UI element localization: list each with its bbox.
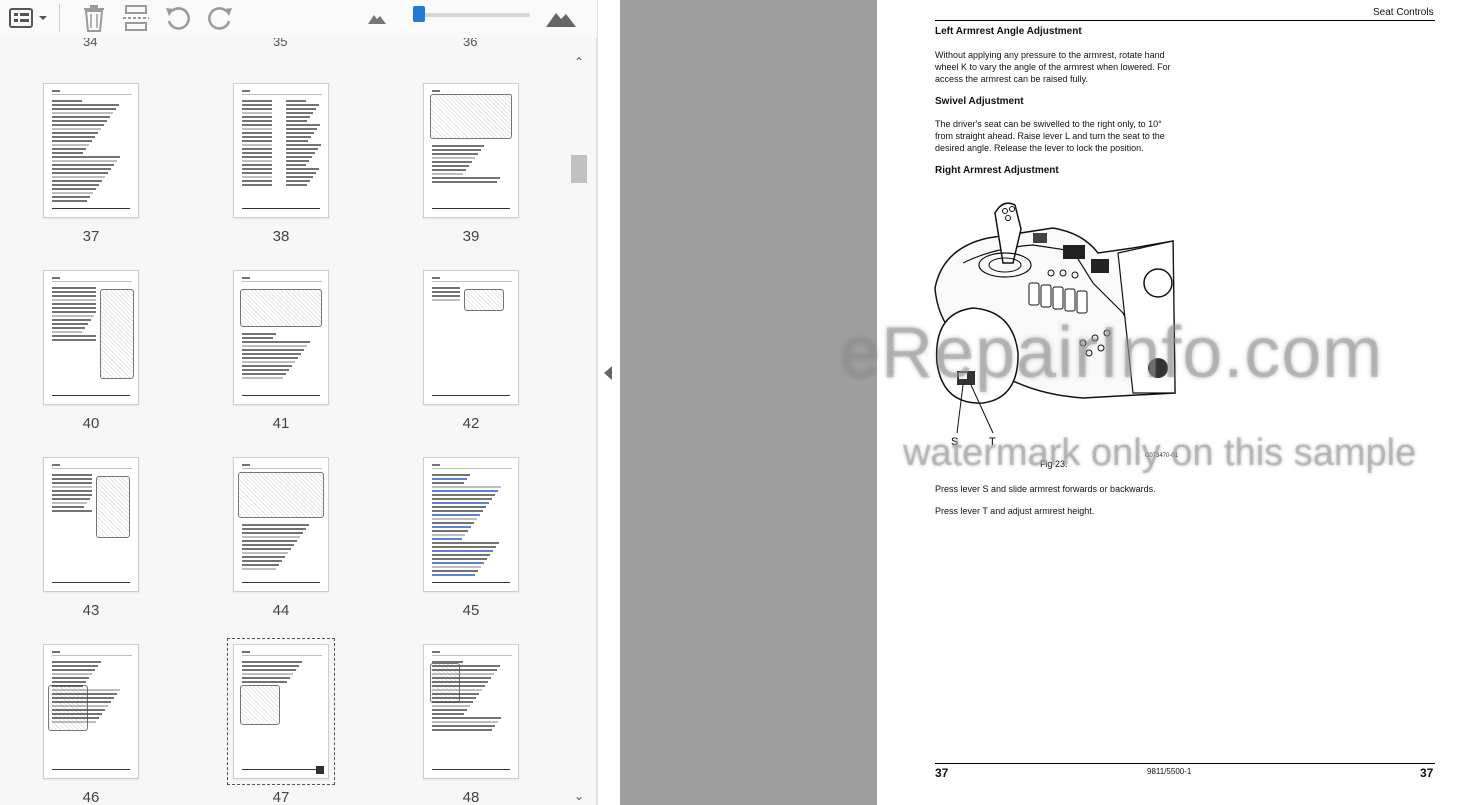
document-page: Seat Controls Left Armrest Angle Adjustm… [877, 0, 1471, 805]
extract-pages-icon [123, 5, 149, 31]
zoom-slider-thumb[interactable] [413, 6, 425, 22]
footer-page-right: 37 [1420, 766, 1434, 780]
page-thumbnail[interactable] [233, 83, 329, 218]
redo-icon [208, 7, 232, 30]
thumbnail-page-number: 44 [272, 602, 290, 619]
thumbnail-page-number: 40 [82, 415, 100, 432]
scroll-up-icon[interactable]: ⌃ [573, 56, 585, 68]
left-armrest-paragraph: Without applying any pressure to the arm… [935, 50, 1171, 84]
thumbnail-label-partial: 34 [83, 38, 98, 49]
thumbnail-page-number: 41 [272, 415, 290, 432]
thumbnail-grid: 34 35 36 37 38 39 40 41 42 43 44 45 46 47 48 [0, 38, 568, 805]
thumbnail-page-number: 46 [82, 789, 100, 805]
undo-button[interactable] [163, 4, 193, 32]
redo-button[interactable] [205, 4, 235, 32]
watermark-note: watermark only on this sample [903, 432, 1417, 474]
page-thumbnail[interactable] [43, 457, 139, 592]
page-thumbnail[interactable] [43, 270, 139, 405]
watermark-site: eRepairInfo.com [840, 313, 1384, 393]
view-menu-button[interactable] [6, 4, 50, 32]
thumbnail-label-partial: 35 [273, 38, 288, 49]
thumbnail-panel: 34 35 36 37 38 39 40 41 42 43 44 45 46 47 48 ⌃ ⌄ [0, 0, 597, 805]
page-thumbnail[interactable] [233, 457, 329, 592]
trash-icon [84, 5, 104, 32]
page-thumbnail[interactable] [43, 83, 139, 218]
panel-collapse-strip [597, 0, 620, 805]
scroll-down-icon[interactable]: ⌄ [573, 790, 585, 802]
footer-doc-number: 9811/5500-1 [1147, 767, 1192, 776]
page-thumbnail[interactable] [423, 457, 519, 592]
thumbnail-page-number: 43 [82, 602, 100, 619]
thumbnail-page-number: 47 [272, 789, 290, 805]
press-s-paragraph: Press lever S and slide armrest forwards… [935, 484, 1156, 494]
footer-page-left: 37 [935, 766, 949, 780]
zoom-in-button[interactable] [545, 4, 577, 32]
mountain-small-icon [368, 15, 386, 24]
thumbnail-page-number: 45 [462, 602, 480, 619]
scrollbar-thumb[interactable] [571, 155, 587, 183]
page-thumbnail[interactable] [233, 270, 329, 405]
zoom-slider-track[interactable] [416, 13, 530, 17]
delete-page-button[interactable] [80, 4, 108, 32]
left-armrest-heading: Left Armrest Angle Adjustment [935, 26, 1082, 37]
thumbnail-page-number: 48 [462, 789, 480, 805]
zoom-out-button[interactable] [366, 4, 388, 32]
page-thumbnail[interactable] [423, 83, 519, 218]
thumbnail-page-number: 39 [462, 228, 480, 245]
footer-rule [935, 763, 1435, 764]
thumbnail-page-number: 42 [462, 415, 480, 432]
page-thumbnail[interactable] [227, 638, 335, 785]
press-t-paragraph: Press lever T and adjust armrest height. [935, 506, 1095, 516]
swivel-heading: Swivel Adjustment [935, 96, 1024, 107]
header-rule [935, 20, 1435, 21]
page-thumbnail[interactable] [423, 270, 519, 405]
pdf-viewer: 34 35 36 37 38 39 40 41 42 43 44 45 46 47 48 ⌃ ⌄ Seat … [0, 0, 1471, 805]
running-header: Seat Controls [1373, 7, 1434, 18]
collapse-panel-icon[interactable] [604, 366, 612, 380]
mountain-large-icon [546, 13, 576, 27]
thumbnail-page-number: 37 [82, 228, 100, 245]
thumbnail-label-partial: 36 [463, 38, 478, 49]
undo-icon [166, 7, 190, 30]
toolbar-divider [59, 4, 60, 32]
thumbnail-page-number: 38 [272, 228, 290, 245]
extract-pages-button[interactable] [122, 4, 150, 32]
page-thumbnail[interactable] [423, 644, 519, 779]
page-thumbnail[interactable] [43, 644, 139, 779]
swivel-paragraph: The driver's seat can be swivelled to th… [935, 119, 1165, 153]
right-armrest-heading: Right Armrest Adjustment [935, 165, 1059, 176]
document-canvas-margin [620, 0, 877, 805]
list-view-icon [9, 8, 47, 28]
thumbnail-scrollbar[interactable]: ⌃ ⌄ [569, 50, 589, 805]
thumbnail-toolbar [0, 0, 597, 38]
